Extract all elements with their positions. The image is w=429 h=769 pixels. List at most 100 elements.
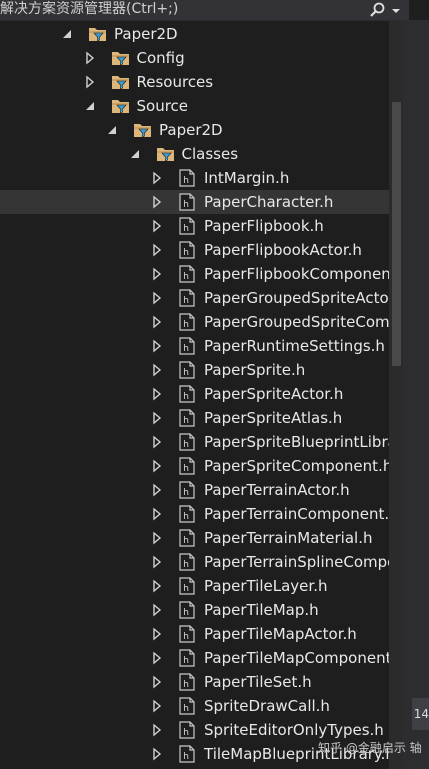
tree-file-item[interactable]: h PaperFlipbookComponent.h [0, 262, 389, 286]
svg-text:h: h [183, 296, 189, 306]
collapsed-arrow-icon[interactable] [150, 243, 164, 257]
collapsed-arrow-icon[interactable] [150, 723, 164, 737]
tree-file-item[interactable]: h PaperGroupedSpriteActor.h [0, 286, 389, 310]
svg-text:h: h [183, 272, 189, 282]
header-file-icon: h [179, 313, 195, 331]
collapsed-arrow-icon[interactable] [150, 651, 164, 665]
tree-node-resources[interactable]: Resources [0, 70, 389, 94]
tree-file-item[interactable]: h PaperTerrainActor.h [0, 478, 389, 502]
tree-file-item[interactable]: h PaperTileMap.h [0, 598, 389, 622]
tree-file-item[interactable]: h PaperTerrainSplineComponent.h [0, 550, 389, 574]
header-file-icon: h [179, 241, 195, 259]
header-file-icon: h [179, 505, 195, 523]
header-file-icon: h [179, 337, 195, 355]
file-label: PaperFlipbookComponent.h [204, 265, 389, 283]
tree-node-source-paper2d[interactable]: Paper2D [0, 118, 389, 142]
collapsed-arrow-icon[interactable] [150, 195, 164, 209]
filter-folder-icon [156, 148, 174, 162]
header-file-icon: h [179, 601, 195, 619]
tree-file-item[interactable]: h PaperSpriteBlueprintLibrary.h [0, 430, 389, 454]
collapsed-arrow-icon[interactable] [83, 75, 97, 89]
collapsed-arrow-icon[interactable] [150, 747, 164, 761]
svg-text:h: h [183, 584, 189, 594]
collapsed-arrow-icon[interactable] [150, 339, 164, 353]
header-file-icon: h [179, 385, 195, 403]
tree-file-item[interactable]: h PaperTerrainComponent.h [0, 502, 389, 526]
collapsed-arrow-icon[interactable] [150, 171, 164, 185]
collapsed-arrow-icon[interactable] [83, 51, 97, 65]
collapsed-arrow-icon[interactable] [150, 435, 164, 449]
collapsed-arrow-icon[interactable] [150, 483, 164, 497]
tree-file-item[interactable]: h PaperTileMapActor.h [0, 622, 389, 646]
collapsed-arrow-icon[interactable] [150, 267, 164, 281]
collapsed-arrow-icon[interactable] [150, 699, 164, 713]
file-label: PaperTileSet.h [204, 673, 312, 691]
tree-node-classes[interactable]: Classes [0, 142, 389, 166]
expanded-arrow-icon[interactable] [60, 27, 74, 41]
expanded-arrow-icon[interactable] [128, 147, 142, 161]
collapsed-arrow-icon[interactable] [150, 363, 164, 377]
tree-file-item[interactable]: h SpriteDrawCall.h [0, 694, 389, 718]
file-label: PaperCharacter.h [204, 193, 334, 211]
collapsed-arrow-icon[interactable] [150, 603, 164, 617]
scrollbar-thumb[interactable] [392, 102, 401, 366]
tree-file-item[interactable]: h PaperSprite.h [0, 358, 389, 382]
collapsed-arrow-icon[interactable] [150, 675, 164, 689]
tree-file-item[interactable]: h PaperFlipbook.h [0, 214, 389, 238]
tree-file-item[interactable]: h PaperTileSet.h [0, 670, 389, 694]
folder-label: Config [136, 49, 185, 67]
search-icon[interactable] [368, 1, 386, 19]
file-label: PaperGroupedSpriteActor.h [204, 289, 389, 307]
collapsed-arrow-icon[interactable] [150, 579, 164, 593]
header-file-icon: h [179, 289, 195, 307]
expanded-arrow-icon[interactable] [83, 99, 97, 113]
side-panel-tab[interactable]: 14 [412, 698, 429, 730]
collapsed-arrow-icon[interactable] [150, 219, 164, 233]
tree-node-config[interactable]: Config [0, 46, 389, 70]
tree-file-item[interactable]: h PaperTileLayer.h [0, 574, 389, 598]
tree-node-paper2d-root[interactable]: Paper2D [0, 22, 389, 46]
header-file-icon: h [179, 169, 195, 187]
header-file-icon: h [179, 697, 195, 715]
svg-text:h: h [183, 536, 189, 546]
collapsed-arrow-icon[interactable] [150, 315, 164, 329]
header-file-icon: h [179, 553, 195, 571]
search-input[interactable]: 解决方案资源管理器(Ctrl+;) [0, 0, 178, 20]
collapsed-arrow-icon[interactable] [150, 459, 164, 473]
header-file-icon: h [179, 217, 195, 235]
vertical-scrollbar[interactable] [389, 20, 403, 769]
svg-text:h: h [183, 320, 189, 330]
svg-text:h: h [183, 512, 189, 522]
collapsed-arrow-icon[interactable] [150, 291, 164, 305]
tree-file-item[interactable]: h PaperGroupedSpriteComponent.h [0, 310, 389, 334]
svg-text:h: h [183, 680, 189, 690]
tree-file-item[interactable]: h PaperSpriteActor.h [0, 382, 389, 406]
svg-text:h: h [183, 656, 189, 666]
file-label: PaperSpriteBlueprintLibrary.h [204, 433, 389, 451]
chevron-down-icon[interactable] [390, 1, 402, 19]
tree-file-item[interactable]: h PaperRuntimeSettings.h [0, 334, 389, 358]
svg-text:h: h [183, 464, 189, 474]
folder-label: Resources [136, 73, 214, 91]
svg-text:h: h [183, 416, 189, 426]
expanded-arrow-icon[interactable] [105, 123, 119, 137]
collapsed-arrow-icon[interactable] [150, 531, 164, 545]
file-label: PaperSpriteActor.h [204, 385, 344, 403]
collapsed-arrow-icon[interactable] [150, 411, 164, 425]
collapsed-arrow-icon[interactable] [150, 627, 164, 641]
header-file-icon: h [179, 721, 195, 739]
tree-file-item[interactable]: h PaperTileMapComponent.h [0, 646, 389, 670]
collapsed-arrow-icon[interactable] [150, 555, 164, 569]
header-file-icon: h [179, 193, 195, 211]
tree-node-source[interactable]: Source [0, 94, 389, 118]
tree-file-item[interactable]: h PaperCharacter.h [0, 190, 389, 214]
tree-file-item[interactable]: h IntMargin.h [0, 166, 389, 190]
tree-file-item[interactable]: h PaperSpriteComponent.h [0, 454, 389, 478]
file-label: PaperTileLayer.h [204, 577, 328, 595]
file-label: PaperRuntimeSettings.h [204, 337, 385, 355]
collapsed-arrow-icon[interactable] [150, 387, 164, 401]
tree-file-item[interactable]: h PaperTerrainMaterial.h [0, 526, 389, 550]
tree-file-item[interactable]: h PaperSpriteAtlas.h [0, 406, 389, 430]
collapsed-arrow-icon[interactable] [150, 507, 164, 521]
tree-file-item[interactable]: h PaperFlipbookActor.h [0, 238, 389, 262]
